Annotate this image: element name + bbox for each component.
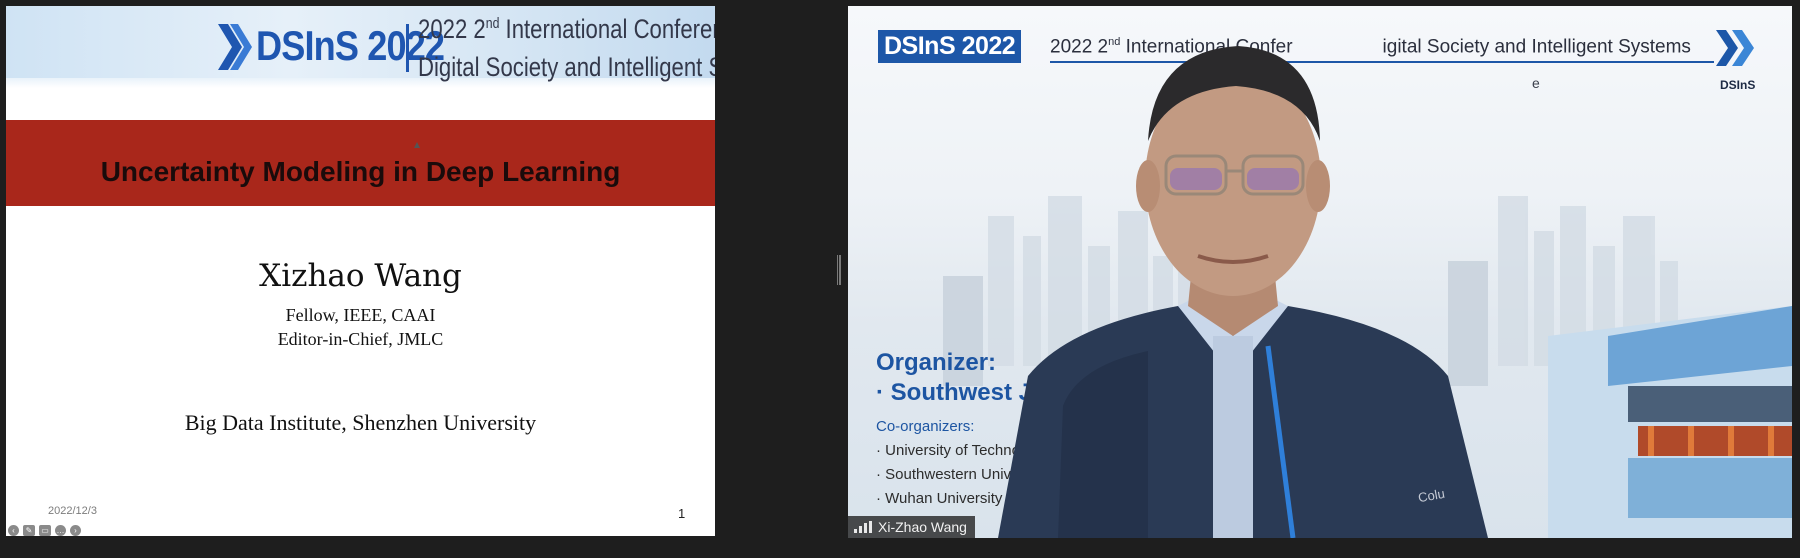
back-arrow-icon[interactable]: ‹ bbox=[8, 524, 19, 536]
slide-date: 2022/12/3 bbox=[48, 505, 97, 517]
author-name: Xizhao Wang bbox=[259, 258, 462, 294]
institute: Big Data Institute, Shenzhen University bbox=[184, 410, 537, 435]
banner-conference-abbr: DSInS 2022 bbox=[256, 22, 445, 69]
more-icon[interactable]: … bbox=[55, 524, 66, 536]
banner-line-2: Digital Society and Intelligent Systems bbox=[418, 52, 715, 82]
affiliation-editor: Editor-in-Chief, JMLC bbox=[277, 329, 444, 349]
subtitle-icon[interactable]: ▭ bbox=[39, 524, 51, 536]
signal-strength-icon bbox=[854, 521, 872, 533]
mouse-cursor-icon bbox=[414, 142, 420, 148]
meeting-stage: DSInS 2022 2022 2nd International Confer… bbox=[0, 0, 1800, 558]
banner-line-1: 2022 2nd International Conference on bbox=[418, 14, 715, 44]
slide-toolbar: ‹ ✎ ▭ … › bbox=[8, 523, 81, 536]
participant-name: Xi-Zhao Wang bbox=[878, 519, 967, 535]
affiliation-fellow: Fellow, IEEE, CAAI bbox=[285, 305, 436, 325]
pen-icon[interactable]: ✎ bbox=[23, 524, 35, 536]
slide-title: Uncertainty Modeling in Deep Learning bbox=[100, 156, 621, 187]
conference-logo-icon bbox=[218, 24, 252, 70]
next-arrow-icon[interactable]: › bbox=[70, 524, 81, 536]
speaker-person bbox=[998, 46, 1488, 538]
shared-slide[interactable]: DSInS 2022 2022 2nd International Confer… bbox=[6, 6, 715, 536]
participant-name-tag: Xi-Zhao Wang bbox=[848, 516, 975, 538]
participant-video-tile[interactable]: DSInS 2022 2022 2nd International Confer… bbox=[848, 6, 1792, 538]
slide-page-number: 1 bbox=[678, 506, 686, 521]
banner-separator bbox=[406, 24, 409, 72]
pane-splitter-handle[interactable] bbox=[837, 255, 842, 285]
